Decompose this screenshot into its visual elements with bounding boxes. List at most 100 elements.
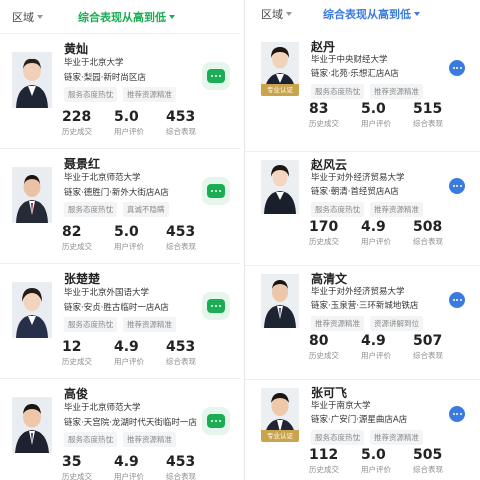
agent-photo-icon (12, 52, 52, 108)
chat-dots-icon[interactable] (449, 292, 465, 308)
stat-rating: 5.0 用户评价 (114, 109, 166, 137)
agent-name[interactable]: 张楚楚 (64, 270, 100, 287)
stat-score: 515 综合表现 (413, 101, 465, 129)
stat-score: 453 综合表现 (166, 224, 218, 252)
stat-value: 4.9 (361, 219, 386, 235)
stat-value: 5.0 (114, 224, 139, 240)
agent-school: 毕业于对外经济贸易大学 (311, 173, 405, 183)
stat-value: 35 (62, 454, 82, 470)
stat-label: 历史成交 (309, 237, 339, 246)
agent-tags: 服务态度热忱 推荐资源精准 (311, 202, 423, 217)
stat-label: 历史成交 (309, 119, 339, 128)
stat-label: 用户评价 (361, 119, 391, 128)
stat-value: 170 (309, 219, 339, 235)
stat-value: 5.0 (361, 101, 386, 117)
agent-photo-icon (12, 167, 52, 223)
stat-value: 453 (166, 224, 196, 240)
stat-value: 508 (413, 219, 443, 235)
agent-card[interactable]: 专业认证 赵丹 毕业于中央财经大学 链家·北苑·乐想汇店A店 服务态度热忱 推荐… (245, 34, 480, 152)
avatar (12, 52, 52, 108)
stat-deals: 80 历史成交 (309, 333, 361, 361)
agent-list-panel-right: 区域 综合表现从高到低 专业认证 赵丹 毕业于中央财经大学 链家·北苑·乐想汇店… (244, 0, 480, 480)
tag: 推荐资源精准 (311, 316, 364, 331)
agent-school: 毕业于北京外国语大学 (64, 288, 150, 298)
stat-label: 历史成交 (62, 472, 92, 480)
tag: 推荐资源精准 (123, 87, 176, 102)
tag: 服务态度热忱 (64, 87, 117, 102)
sort-filter[interactable]: 综合表现从高到低 (323, 6, 420, 22)
stat-deals: 83 历史成交 (309, 101, 361, 129)
chat-bubble-icon (207, 414, 225, 428)
stat-label: 历史成交 (309, 465, 339, 474)
agent-school: 毕业于南京大学 (311, 401, 371, 411)
agent-store: 链家·安贞·胜古临时一店A店 (64, 303, 169, 313)
stat-score: 453 综合表现 (166, 339, 218, 367)
chat-button[interactable] (202, 292, 230, 320)
stat-value: 453 (166, 339, 196, 355)
agent-store: 链家·梨园·新时尚区店 (64, 73, 146, 83)
stat-score: 508 综合表现 (413, 219, 465, 247)
chat-dots-icon[interactable] (449, 178, 465, 194)
agent-stats: 83 历史成交 5.0 用户评价 515 综合表现 (309, 101, 465, 129)
cert-badge: 专业认证 (261, 84, 299, 96)
avatar (12, 167, 52, 223)
stat-label: 综合表现 (166, 127, 196, 136)
stat-value: 4.9 (114, 339, 139, 355)
agent-card[interactable]: 赵风云 毕业于对外经济贸易大学 链家·朝清·首经贸店A店 服务态度热忱 推荐资源… (245, 152, 480, 266)
agent-store: 链家·北苑·乐想汇店A店 (311, 69, 399, 79)
chat-bubble-icon (207, 184, 225, 198)
stat-score: 505 综合表现 (413, 447, 465, 475)
stat-score: 507 综合表现 (413, 333, 465, 361)
sort-filter[interactable]: 综合表现从高到低 (78, 9, 175, 25)
tag: 推荐资源精准 (370, 202, 423, 217)
stat-value: 453 (166, 454, 196, 470)
chat-dots-icon[interactable] (449, 60, 465, 76)
agent-tags: 服务态度热忱 推荐资源精准 (64, 432, 176, 447)
tag: 服务态度热忱 (64, 432, 117, 447)
tag: 真诚不隐瞒 (123, 202, 169, 217)
agent-name[interactable]: 聂景红 (64, 155, 100, 172)
stat-rating: 5.0 用户评价 (361, 101, 413, 129)
stat-value: 5.0 (361, 447, 386, 463)
agent-card[interactable]: 黄灿 毕业于北京大学 链家·梨园·新时尚区店 服务态度热忱 推荐资源精准 228… (0, 34, 240, 149)
agent-tags: 服务态度热忱 推荐资源精准 (311, 84, 423, 99)
stat-label: 用户评价 (361, 465, 391, 474)
agent-card[interactable]: 高清文 毕业于对外经济贸易大学 链家·玉泉营·三环新城地铁店 推荐资源精准 资源… (245, 266, 480, 380)
stat-label: 用户评价 (361, 237, 391, 246)
agent-store: 链家·广安门·源星曲店A店 (311, 415, 408, 425)
agent-card[interactable]: 聂景红 毕业于北京师范大学 链家·德胜门·新外大街店A店 服务态度热忱 真诚不隐… (0, 149, 240, 264)
chat-button[interactable] (202, 62, 230, 90)
agent-stats: 112 历史成交 5.0 用户评价 505 综合表现 (309, 447, 465, 475)
stat-label: 综合表现 (166, 242, 196, 251)
agent-tags: 服务态度热忱 推荐资源精准 (64, 87, 176, 102)
agent-name[interactable]: 黄灿 (64, 40, 88, 57)
agent-photo-icon (12, 282, 52, 338)
tag: 服务态度热忱 (64, 202, 117, 217)
tag: 推荐资源精准 (370, 84, 423, 99)
agent-card[interactable]: 高俊 毕业于北京师范大学 链家·天宫院·龙湖时代天街临时一店 服务态度热忱 推荐… (0, 379, 240, 480)
caret-down-icon (169, 14, 175, 19)
agent-stats: 80 历史成交 4.9 用户评价 507 综合表现 (309, 333, 465, 361)
region-filter[interactable]: 区域 (261, 6, 292, 22)
stat-label: 综合表现 (413, 119, 443, 128)
stat-label: 综合表现 (413, 465, 443, 474)
agent-stats: 228 历史成交 5.0 用户评价 453 综合表现 (62, 109, 218, 137)
caret-down-icon (414, 12, 420, 16)
chat-button[interactable] (202, 407, 230, 435)
agent-name[interactable]: 高俊 (64, 385, 88, 402)
region-filter[interactable]: 区域 (12, 9, 43, 25)
agent-card[interactable]: 张楚楚 毕业于北京外国语大学 链家·安贞·胜古临时一店A店 服务态度热忱 推荐资… (0, 264, 240, 379)
chat-dots-icon[interactable] (449, 406, 465, 422)
chat-button[interactable] (202, 177, 230, 205)
agent-card[interactable]: 专业认证 张可飞 毕业于南京大学 链家·广安门·源星曲店A店 服务态度热忱 推荐… (245, 380, 480, 480)
tag: 推荐资源精准 (123, 432, 176, 447)
stat-label: 用户评价 (114, 127, 144, 136)
tag: 服务态度热忱 (64, 317, 117, 332)
agent-school: 毕业于北京师范大学 (64, 403, 141, 413)
caret-down-icon (286, 12, 292, 16)
agent-stats: 12 历史成交 4.9 用户评价 453 综合表现 (62, 339, 218, 367)
stat-label: 历史成交 (62, 357, 92, 366)
stat-value: 5.0 (114, 109, 139, 125)
agent-store: 链家·德胜门·新外大街店A店 (64, 188, 169, 198)
tag: 服务态度热忱 (311, 202, 364, 217)
